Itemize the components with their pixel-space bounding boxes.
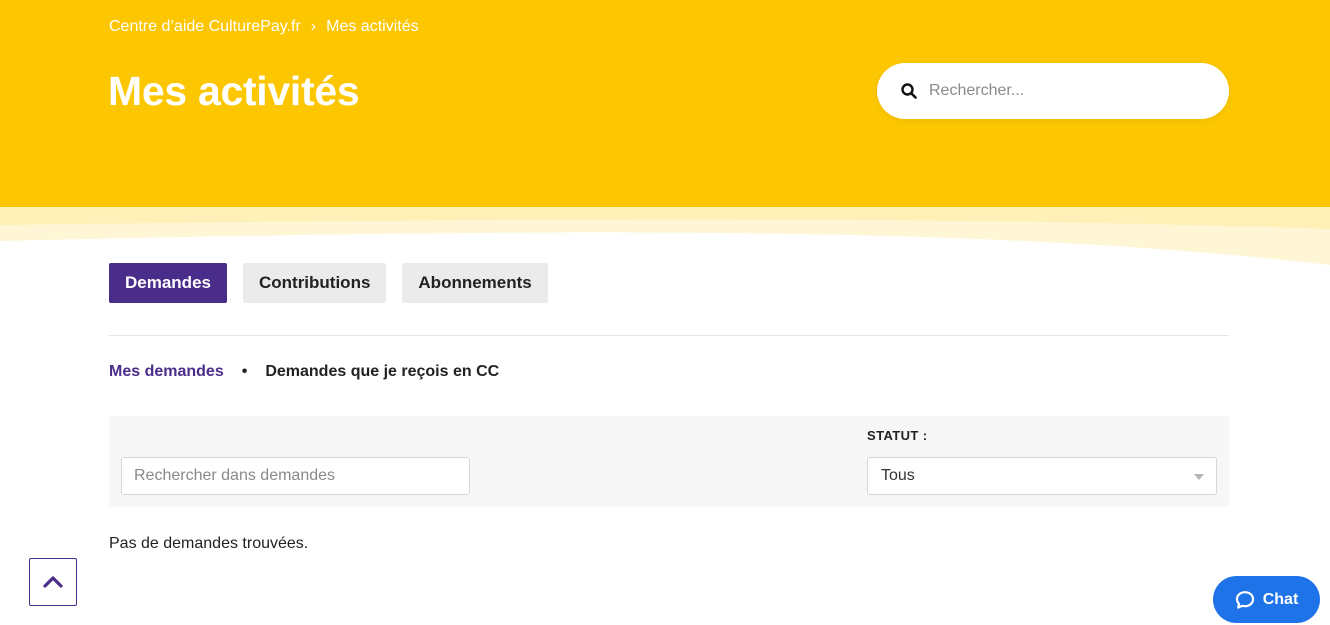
requests-subnav: Mes demandes • Demandes que je reçois en… — [109, 363, 499, 381]
hero-header: Centre d’aide CulturePay.fr › Mes activi… — [0, 0, 1330, 207]
tab-abonnements[interactable]: Abonnements — [402, 263, 548, 303]
hero-search-box[interactable] — [877, 63, 1229, 119]
chat-bubble-icon — [1235, 590, 1254, 609]
header-wave-decoration — [0, 207, 1330, 265]
breadcrumb-current[interactable]: Mes activités — [326, 18, 418, 36]
status-label: STATUT : — [867, 428, 928, 443]
scroll-to-top-button[interactable] — [29, 558, 77, 606]
filter-panel: STATUT : Tous — [109, 416, 1229, 507]
status-select[interactable]: Tous — [867, 457, 1217, 495]
subnav-separator: • — [241, 363, 248, 380]
empty-state-message: Pas de demandes trouvées. — [109, 535, 309, 552]
chevron-up-icon — [43, 576, 63, 588]
hero-search-input[interactable] — [929, 82, 1209, 100]
breadcrumb-link-home[interactable]: Centre d’aide CulturePay.fr — [109, 18, 301, 36]
page-title: Mes activités — [108, 68, 360, 114]
tab-contributions[interactable]: Contributions — [242, 263, 387, 303]
chat-button[interactable]: Chat — [1213, 576, 1320, 623]
section-divider — [109, 335, 1229, 336]
chat-button-label: Chat — [1262, 590, 1299, 608]
activity-tabs: Demandes Contributions Abonnements — [109, 263, 548, 303]
breadcrumb: Centre d’aide CulturePay.fr › Mes activi… — [109, 18, 419, 36]
status-select-value: Tous — [881, 467, 915, 484]
breadcrumb-separator: › — [310, 18, 317, 35]
search-icon — [901, 83, 917, 99]
subnav-my-requests[interactable]: Mes demandes — [109, 363, 224, 381]
requests-search-input[interactable] — [121, 457, 470, 495]
tab-demandes[interactable]: Demandes — [109, 263, 227, 303]
caret-down-icon — [1194, 474, 1204, 480]
subnav-cc-requests[interactable]: Demandes que je reçois en CC — [265, 363, 499, 381]
